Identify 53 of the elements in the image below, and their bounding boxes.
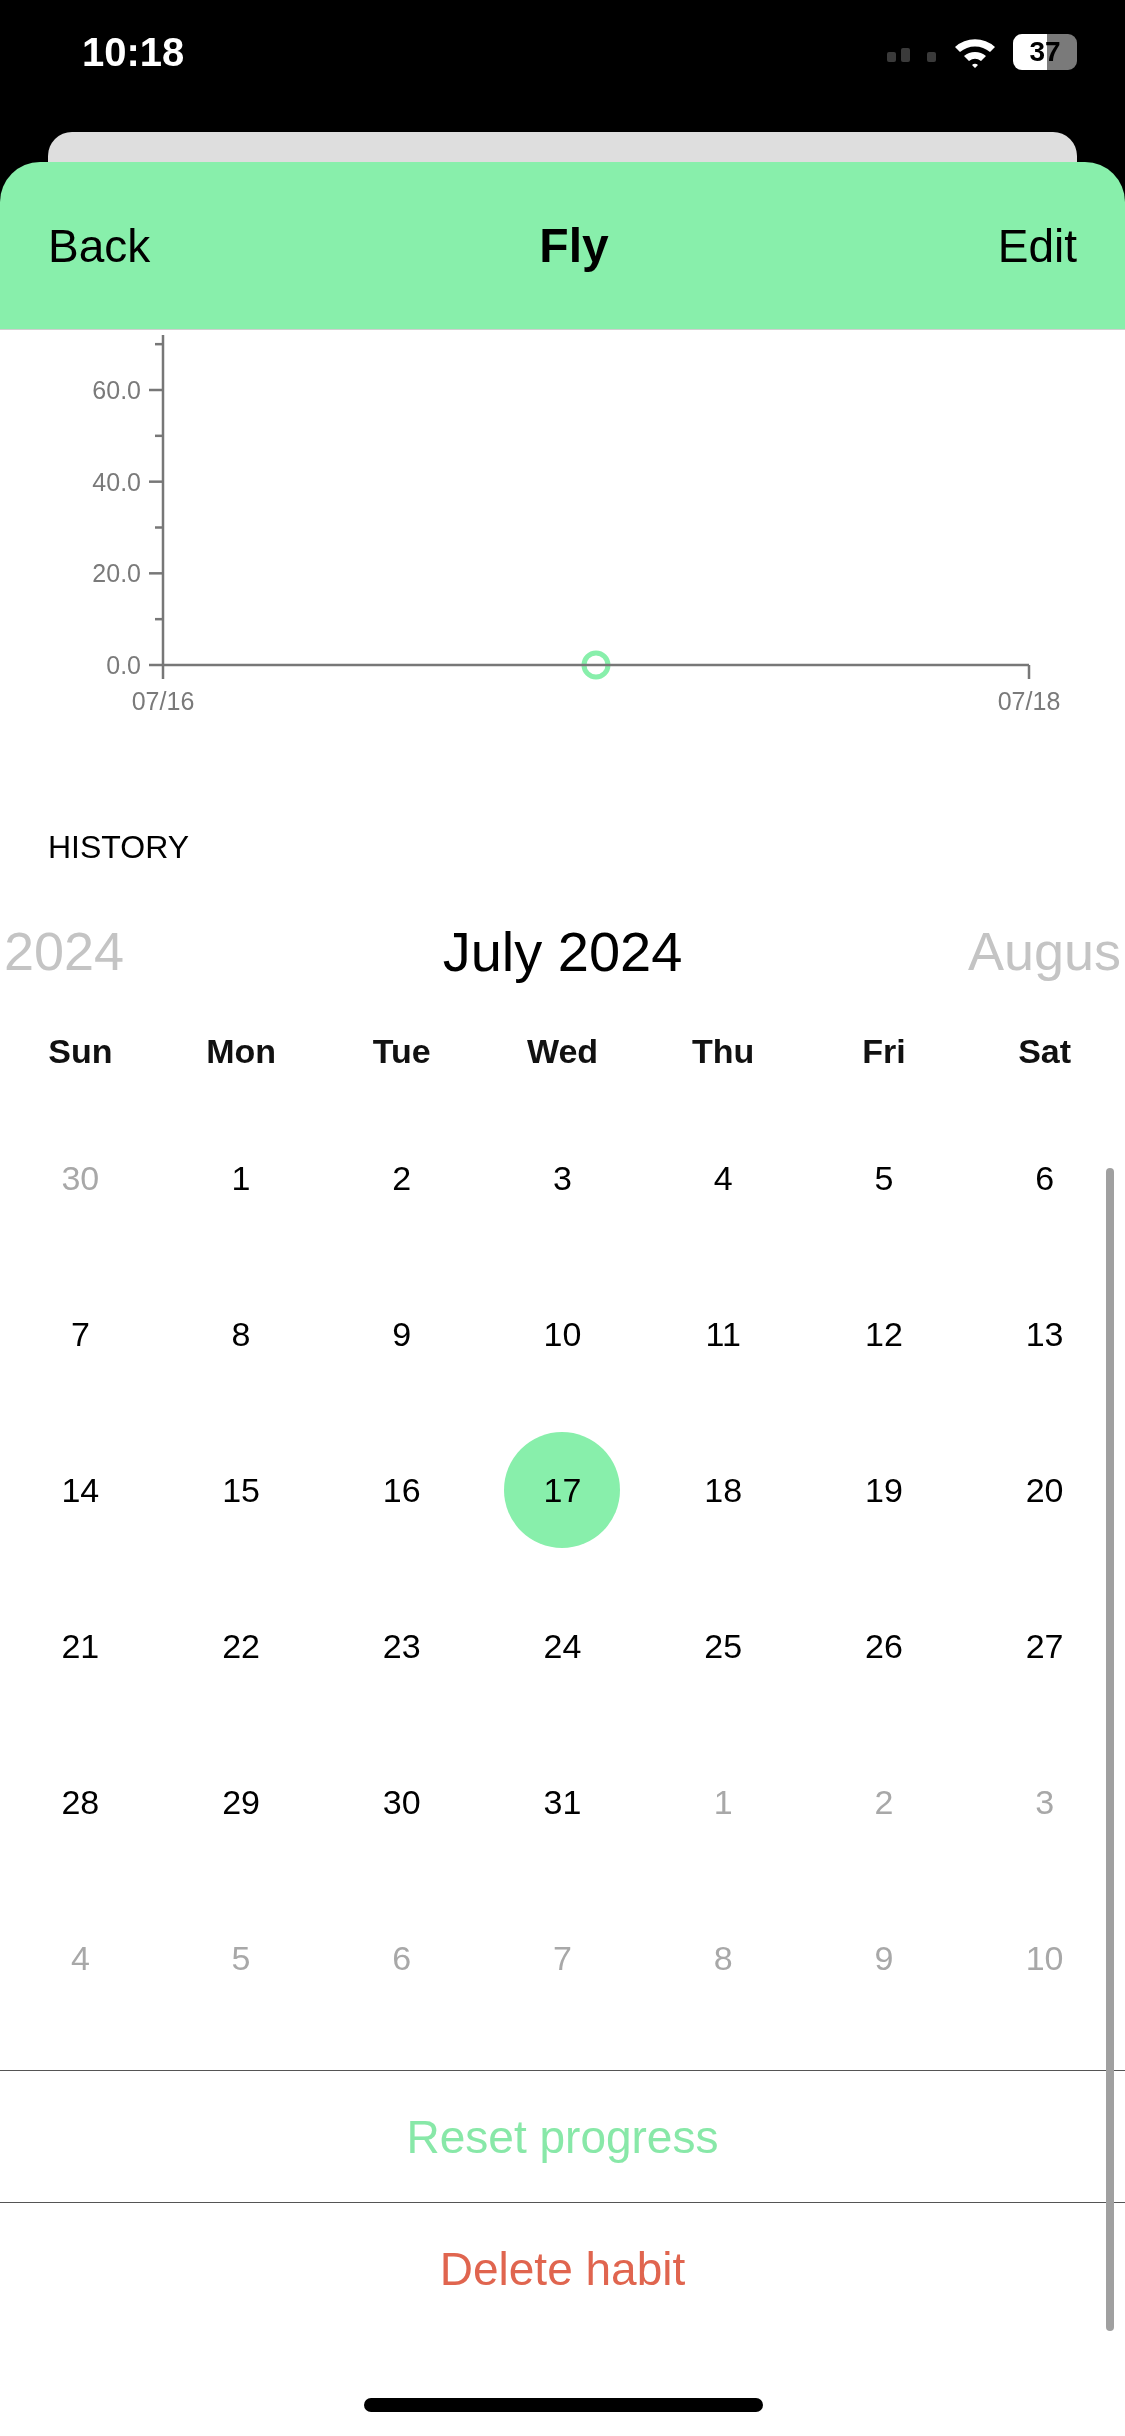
calendar-day[interactable]: 16 [343, 1432, 460, 1548]
calendar-day[interactable]: 28 [22, 1744, 139, 1860]
x-tick-label: 07/18 [997, 687, 1061, 715]
back-button[interactable]: Back [48, 218, 151, 273]
calendar-day[interactable]: 3 [504, 1120, 621, 1236]
calendar-day[interactable]: 18 [665, 1432, 782, 1548]
weekday-label: Sat [1018, 1031, 1072, 1071]
calendar-day[interactable]: 12 [825, 1276, 942, 1392]
weekday-label: Wed [526, 1031, 599, 1071]
battery-indicator: 37 [1013, 34, 1077, 70]
calendar-day[interactable]: 14 [22, 1432, 139, 1548]
y-tick-label: 20.0 [92, 559, 141, 588]
calendar-day[interactable]: 2 [343, 1120, 460, 1236]
section-heading: HISTORY [48, 829, 190, 865]
selected-day[interactable]: 17 [504, 1432, 621, 1548]
calendar-day[interactable]: 11 [665, 1276, 782, 1392]
y-tick-label: 60.0 [92, 376, 141, 404]
x-tick-label: 07/16 [131, 687, 195, 715]
calendar-day[interactable]: 25 [665, 1588, 782, 1704]
calendar-day[interactable]: 22 [183, 1588, 300, 1704]
weekday-label: Fri [862, 1031, 906, 1071]
calendar-day[interactable]: 8 [183, 1276, 300, 1392]
calendar-day[interactable]: 29 [183, 1744, 300, 1860]
calendar-day[interactable]: 7 [22, 1276, 139, 1392]
status-time: 10:18 [82, 29, 186, 75]
month-title: July 2024 [442, 918, 683, 984]
home-indicator[interactable] [364, 2398, 763, 2412]
screen-title: Fly [539, 218, 609, 273]
calendar-day[interactable]: 10 [504, 1276, 621, 1392]
weekday-label: Sun [48, 1031, 113, 1071]
data-point [581, 650, 611, 680]
y-tick-label: 0.0 [106, 651, 141, 679]
calendar-day[interactable]: 23 [343, 1588, 460, 1704]
calendar-day[interactable]: 1 [183, 1120, 300, 1236]
weekday-label: Tue [372, 1031, 431, 1071]
calendar-day[interactable]: 31 [504, 1744, 621, 1860]
calendar-day[interactable]: 4 [665, 1120, 782, 1236]
calendar-day[interactable]: 19 [825, 1432, 942, 1548]
calendar-day[interactable]: 9 [343, 1276, 460, 1392]
calendar-day[interactable]: 21 [22, 1588, 139, 1704]
calendar-day[interactable]: 15 [183, 1432, 300, 1548]
calendar-day[interactable]: 24 [504, 1588, 621, 1704]
calendar-day[interactable]: 5 [825, 1120, 942, 1236]
edit-button[interactable]: Edit [997, 218, 1077, 273]
calendar-day[interactable]: 20 [986, 1432, 1103, 1548]
calendar-day[interactable]: 30 [343, 1744, 460, 1860]
calendar-day[interactable]: 6 [986, 1120, 1103, 1236]
weekday-label: Thu [692, 1031, 755, 1071]
calendar-day[interactable]: 26 [825, 1588, 942, 1704]
calendar-day[interactable]: 13 [986, 1276, 1103, 1392]
calendar-day[interactable]: 27 [986, 1588, 1103, 1704]
y-tick-label: 40.0 [92, 467, 141, 496]
weekday-label: Mon [206, 1031, 276, 1071]
